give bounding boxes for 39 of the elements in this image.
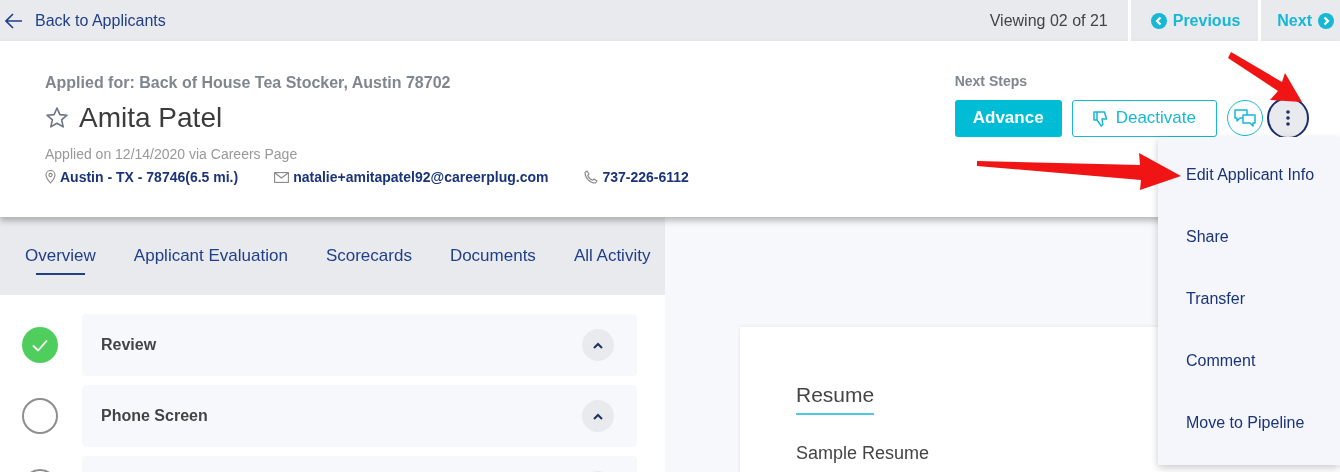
contact-link[interactable]: 737-226-6112 <box>602 169 689 185</box>
contact-link[interactable]: Austin - TX - 78746(6.5 mi.) <box>60 169 239 185</box>
tab[interactable]: Overview <box>25 217 96 295</box>
phone-icon <box>584 170 599 184</box>
star-icon[interactable] <box>45 106 69 130</box>
tab[interactable]: Documents <box>449 217 536 295</box>
stage-card[interactable]: Phone Screen <box>82 385 637 447</box>
viewing-count: Viewing 02 of 21 <box>989 11 1108 30</box>
applied-for-text: Applied for: Back of House Tea Stocker, Austin 78702 <box>45 74 452 92</box>
back-link[interactable]: Back to Applicants <box>0 0 166 41</box>
vertical-dots-icon <box>1286 110 1290 126</box>
chevron-up-icon <box>593 412 603 420</box>
tab[interactable]: Applicant Evaluation <box>133 217 288 295</box>
contact-link[interactable]: natalie+amitapatel92@careerplug.com <box>293 169 549 185</box>
applicant-name: Amita Patel <box>79 102 223 134</box>
menu-item[interactable]: Share <box>1158 225 1340 287</box>
resume-file-name: Sample Resume <box>796 443 931 464</box>
chevron-up-icon <box>593 341 603 349</box>
collapse-button[interactable] <box>582 329 614 361</box>
chevron-left-icon <box>1150 12 1167 29</box>
stage-name: Phone Screen <box>101 407 208 425</box>
back-arrow-icon <box>5 12 23 29</box>
thumbs-down-icon <box>1092 109 1108 127</box>
menu-item[interactable]: Comment <box>1158 349 1340 411</box>
chat-bubbles-icon <box>1234 109 1256 127</box>
location-pin-icon <box>45 170 56 184</box>
menu-item[interactable]: Edit Applicant Info <box>1158 163 1340 225</box>
stage-card[interactable]: Review <box>82 314 637 376</box>
menu-item[interactable]: Move to Pipeline <box>1158 411 1340 472</box>
envelope-icon <box>274 171 290 183</box>
tab[interactable]: All Activity <box>573 217 651 295</box>
tab[interactable]: Scorecards <box>325 217 412 295</box>
next-steps-label: Next Steps <box>954 73 1029 89</box>
resume-title: Resume <box>796 383 875 415</box>
chevron-right-icon <box>1318 12 1334 29</box>
collapse-button[interactable] <box>582 400 614 432</box>
menu-item[interactable]: Transfer <box>1158 287 1340 349</box>
stage-name: Review <box>101 336 157 354</box>
applied-on-text: Applied on 12/14/2020 via Careers Page <box>45 146 299 162</box>
